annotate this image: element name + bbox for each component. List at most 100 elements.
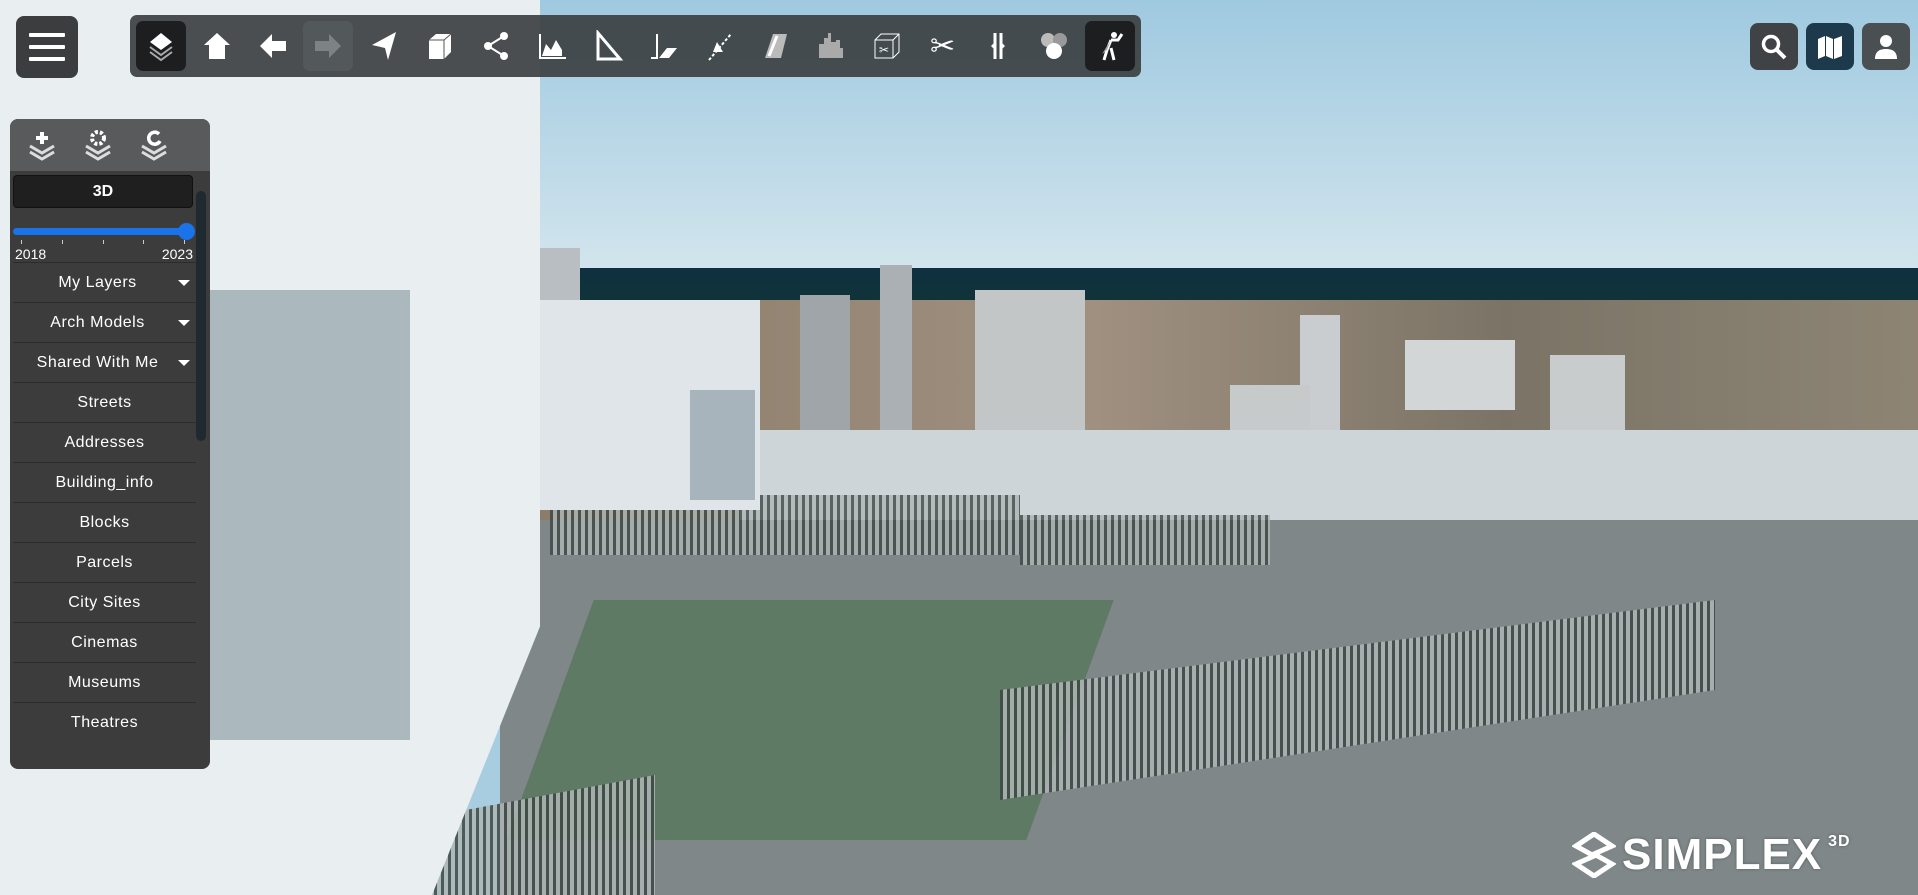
tower <box>975 290 1085 440</box>
layer-item-blocks[interactable]: Blocks <box>13 502 196 542</box>
shadow-analysis-icon <box>765 34 788 58</box>
svg-text:✂: ✂ <box>879 43 889 57</box>
layer-item-building-info[interactable]: Building_info <box>13 462 196 502</box>
slope-button[interactable] <box>638 21 688 71</box>
tower <box>800 295 850 435</box>
back-button[interactable] <box>248 21 298 71</box>
slider-thumb[interactable] <box>178 223 195 240</box>
layer-item-cinemas[interactable]: Cinemas <box>13 622 196 662</box>
forward-button[interactable] <box>303 21 354 71</box>
view-mode-button[interactable]: 3D <box>13 175 193 208</box>
slider-ticks <box>21 240 185 244</box>
3d-map-viewport[interactable] <box>0 0 1918 895</box>
fence <box>1020 515 1270 565</box>
layer-item-parcels[interactable]: Parcels <box>13 542 196 582</box>
slider-min-label: 2018 <box>15 246 47 262</box>
simplex-logo-mark <box>1572 832 1616 878</box>
tower <box>1405 340 1515 410</box>
layer-item-label: Blocks <box>79 513 130 531</box>
scissors-icon: ✂ <box>929 29 956 63</box>
glass-facade <box>210 290 410 740</box>
cube-icon <box>429 33 452 59</box>
shadow-button[interactable] <box>750 21 800 71</box>
menu-button[interactable] <box>16 16 78 78</box>
layers-panel-toolbar <box>10 119 210 171</box>
north-arrow-icon <box>372 32 397 60</box>
layer-item-label: City Sites <box>68 593 141 611</box>
home-button[interactable] <box>192 21 242 71</box>
layer-item-my-layers[interactable]: My Layers <box>13 262 196 302</box>
viewshed-button[interactable] <box>1029 21 1079 71</box>
split-button[interactable] <box>973 21 1023 71</box>
layer-item-arch-models[interactable]: Arch Models <box>13 302 196 342</box>
layer-item-addresses[interactable]: Addresses <box>13 422 196 462</box>
layer-item-theatres[interactable]: Theatres <box>13 702 196 742</box>
user-icon <box>1875 34 1897 59</box>
walk-mode-button[interactable] <box>1085 21 1135 71</box>
arrow-right-icon <box>315 34 342 58</box>
slider-track <box>13 228 193 235</box>
layer-item-museums[interactable]: Museums <box>13 662 196 702</box>
layer-item-label: Shared With Me <box>36 353 159 371</box>
menu-bar <box>29 33 65 37</box>
layer-item-label: My Layers <box>58 273 137 291</box>
north-arrow-button[interactable] <box>359 21 409 71</box>
city-icon <box>818 33 843 58</box>
year-slider[interactable]: 2018 2023 <box>13 222 195 262</box>
person-walk-icon <box>1101 32 1124 61</box>
layer-item-label: Arch Models <box>50 313 145 331</box>
menu-bar <box>29 45 65 49</box>
layer-settings-button[interactable] <box>80 127 116 163</box>
triangle-ruler-icon <box>596 30 623 61</box>
tower <box>1550 355 1625 440</box>
layer-item-city-sites[interactable]: City Sites <box>13 582 196 622</box>
search-button[interactable] <box>1750 23 1798 70</box>
layer-item-label: Streets <box>77 393 132 411</box>
map-icon <box>1818 35 1842 59</box>
layer-item-shared-with-me[interactable]: Shared With Me <box>13 342 196 382</box>
line-of-sight-button[interactable] <box>694 21 744 71</box>
layers-button[interactable] <box>136 21 186 71</box>
line-of-sight-icon <box>708 33 732 61</box>
slope-icon <box>651 34 678 59</box>
measure-button[interactable] <box>583 21 633 71</box>
terrain-profile-icon <box>538 34 566 59</box>
viewshed-icon <box>1041 33 1068 59</box>
layer-item-label: Museums <box>68 673 141 691</box>
caret-down-icon[interactable] <box>178 360 190 366</box>
logo-text: SIMPLEX <box>1622 830 1823 879</box>
glass-facade <box>690 390 755 500</box>
map-button[interactable] <box>1806 23 1854 70</box>
layer-item-label: Cinemas <box>71 633 138 651</box>
layer-settings-icon <box>85 130 111 161</box>
layer-item-label: Addresses <box>64 433 145 451</box>
clip-box-icon: ✂ <box>874 33 900 59</box>
menu-bar <box>29 57 65 61</box>
arrow-left-icon <box>259 34 286 58</box>
add-layer-icon <box>29 132 55 161</box>
scissors-button[interactable]: ✂ <box>918 21 968 71</box>
search-icon <box>1761 34 1787 59</box>
clip-box-button[interactable]: ✂ <box>862 21 912 71</box>
box-button[interactable] <box>415 21 465 71</box>
share-button[interactable] <box>471 21 521 71</box>
layers-panel: 3D 2018 2023 My Layers Arch Models Shared … <box>10 119 210 769</box>
layer-item-label: Theatres <box>70 713 139 731</box>
add-layer-button[interactable] <box>24 127 60 163</box>
logo-sup: 3D <box>1828 833 1851 850</box>
city-skyline-button[interactable] <box>806 21 856 71</box>
tower <box>880 265 912 445</box>
refresh-layer-button[interactable] <box>136 127 172 163</box>
slider-max-label: 2023 <box>161 246 193 262</box>
terrain-profile-button[interactable] <box>527 21 577 71</box>
caret-down-icon[interactable] <box>178 320 190 326</box>
layer-item-streets[interactable]: Streets <box>13 382 196 422</box>
layers-scrollbar[interactable] <box>196 191 206 441</box>
caret-down-icon[interactable] <box>178 280 190 286</box>
layer-list: My Layers Arch Models Shared With Me Street… <box>10 262 210 742</box>
layers-icon <box>149 33 173 62</box>
layer-item-label: Building_info <box>55 473 154 491</box>
home-icon <box>203 33 230 59</box>
main-toolbar: ✂ ✂ <box>130 15 1141 77</box>
user-button[interactable] <box>1862 23 1910 70</box>
